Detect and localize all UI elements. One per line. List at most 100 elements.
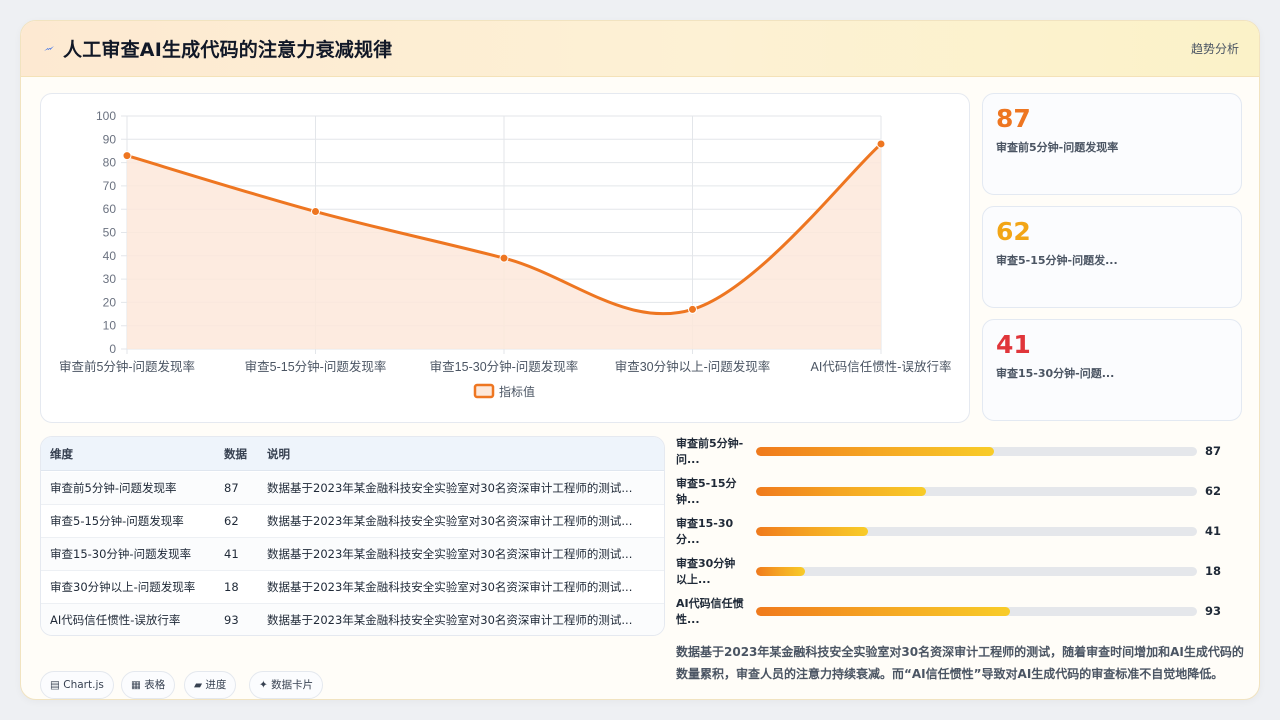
trend-analysis-label[interactable]: 趋势分析 (1191, 40, 1239, 57)
data-point (122, 151, 132, 161)
cell-dimension: 审查15-30分钟-问题发现率 (50, 547, 192, 561)
progress-track (756, 487, 1197, 496)
chip-sparkle[interactable]: ✦ 数据卡片 (249, 671, 324, 699)
cell-data: 18 (224, 580, 239, 594)
y-tick-label: 90 (103, 132, 117, 146)
kpi-label: 审查15-30分钟-问题... (996, 367, 1115, 380)
column-header-description: 说明 (267, 447, 290, 461)
kpi-label: 审查前5分钟-问题发现率 (996, 141, 1119, 154)
cell-dimension: 审查前5分钟-问题发现率 (50, 481, 177, 495)
progress-label: 审查15-30分... (676, 517, 734, 546)
progress-label: AI代码信任惯性... (676, 597, 744, 626)
table-row: 审查5-15分钟-问题发现率 62 数据基于2023年某金融科技安全实验室对30名资… (41, 505, 664, 538)
chip-progress[interactable]: ▰ 进度 (184, 671, 237, 699)
chip-label: 表格 (144, 679, 166, 691)
chip-table[interactable]: ▦ 表格 (121, 671, 176, 699)
legend-label: 指标值 (499, 384, 535, 399)
y-tick-label: 0 (109, 342, 116, 356)
y-tick-label: 100 (96, 109, 116, 123)
kpi-value: 87 (996, 104, 1031, 133)
cell-data: 87 (224, 481, 239, 495)
y-tick-label: 60 (103, 202, 117, 216)
table-header: 维度 数据 说明 (41, 437, 664, 471)
progress-row: 审查前5分钟-问... 87 (676, 436, 1246, 476)
column-header-data: 数据 (224, 447, 247, 461)
progress-track (756, 567, 1197, 576)
dashboard-card: 人工审查AI生成代码的注意力衰减规律 趋势分析 0 10 20 30 40 50 60 70 8… (20, 20, 1260, 700)
cell-description: 数据基于2023年某金融科技安全实验室对30名资深审计工程师的测试... (267, 580, 633, 594)
table-icon: ▦ (131, 679, 141, 691)
data-point (311, 207, 320, 217)
progress-list: 审查前5分钟-问... 87 审查5-15分钟... 62 审查15-30分... 41 审… (676, 436, 1246, 636)
progress-icon: ▰ (194, 679, 203, 691)
kpi-value: 41 (996, 330, 1031, 359)
page-title: 人工审查AI生成代码的注意力衰减规律 (63, 39, 393, 61)
footnote-text: 数据基于2023年某金融科技安全实验室对30名资深审计工程师的测试，随着审查时间… (676, 645, 1244, 681)
progress-row: 审查5-15分钟... 62 (676, 476, 1246, 516)
kpi-card: 87 审查前5分钟-问题发现率 (982, 93, 1242, 195)
progress-track (756, 527, 1197, 536)
sparkle-icon: ✦ (259, 679, 268, 691)
y-tick-label: 80 (103, 156, 117, 170)
progress-value: 87 (1205, 444, 1222, 458)
table-row: AI代码信任惯性-误放行率 93 数据基于2023年某金融科技安全实验室对30名资深… (41, 604, 664, 635)
progress-value: 41 (1205, 524, 1222, 538)
progress-track (756, 447, 1197, 456)
progress-fill (756, 527, 869, 536)
progress-value: 18 (1205, 564, 1222, 578)
spark-icon (44, 46, 54, 51)
progress-value: 62 (1205, 484, 1222, 498)
data-point (876, 139, 886, 149)
progress-label: 审查30分钟以上... (676, 557, 736, 586)
data-point (688, 304, 697, 314)
progress-row: AI代码信任惯性... 93 (676, 596, 1246, 636)
y-tick-label: 20 (103, 295, 117, 309)
table-row: 审查前5分钟-问题发现率 87 数据基于2023年某金融科技安全实验室对30名资深审… (41, 472, 664, 505)
data-table: 维度 数据 说明 审查前5分钟-问题发现率 87 数据基于2023年某金融科技安全实… (40, 436, 665, 636)
x-tick-label: 审查30分钟以上-问题发现率 (615, 359, 771, 374)
data-point (499, 253, 509, 263)
progress-fill (756, 447, 995, 456)
x-tick-label: 审查前5分钟-问题发现率 (59, 359, 195, 374)
cell-description: 数据基于2023年某金融科技安全实验室对30名资深审计工程师的测试... (267, 547, 633, 561)
y-tick-label: 50 (103, 226, 117, 240)
cell-description: 数据基于2023年某金融科技安全实验室对30名资深审计工程师的测试... (267, 514, 633, 528)
chip-label: Chart.js (63, 679, 104, 691)
x-tick-label: 审查15-30分钟-问题发现率 (430, 359, 579, 374)
cell-dimension: 审查30分钟以上-问题发现率 (50, 580, 196, 594)
kpi-card: 41 审查15-30分钟-问题... (982, 319, 1242, 421)
progress-fill (756, 567, 805, 576)
progress-row: 审查15-30分... 41 (676, 516, 1246, 556)
cell-data: 62 (224, 514, 239, 528)
legend-swatch (473, 383, 495, 399)
column-header-dimension: 维度 (50, 447, 73, 461)
chart-icon: ▤ (50, 679, 60, 691)
progress-fill (756, 487, 926, 496)
line-chart-panel: 0 10 20 30 40 50 60 70 80 90 100 审查前5分钟-问题发现率 审查5-15… (40, 93, 970, 423)
x-tick-label: AI代码信任惯性-误放行率 (811, 359, 952, 374)
kpi-card: 62 审查5-15分钟-问题发... (982, 206, 1242, 308)
progress-label: 审查前5分钟-问... (676, 437, 744, 466)
table-row: 审查30分钟以上-问题发现率 18 数据基于2023年某金融科技安全实验室对30名资… (41, 571, 664, 604)
kpi-label: 审查5-15分钟-问题发... (996, 254, 1118, 267)
x-tick-label: 审查5-15分钟-问题发现率 (245, 359, 387, 374)
cell-dimension: 审查5-15分钟-问题发现率 (50, 514, 184, 528)
cell-description: 数据基于2023年某金融科技安全实验室对30名资深审计工程师的测试... (267, 481, 633, 495)
line-chart: 0 10 20 30 40 50 60 70 80 90 100 审查前5分钟-问题发现率 审查5-15… (59, 109, 952, 399)
cell-description: 数据基于2023年某金融科技安全实验室对30名资深审计工程师的测试... (267, 613, 633, 627)
y-tick-label: 40 (103, 249, 117, 263)
kpi-value: 62 (996, 217, 1031, 246)
chip-chart[interactable]: ▤ Chart.js (40, 671, 114, 699)
chip-label: 数据卡片 (271, 679, 314, 691)
chip-label: 进度 (205, 679, 227, 691)
cell-data: 93 (224, 613, 239, 627)
y-tick-label: 10 (103, 319, 117, 333)
y-tick-label: 70 (103, 179, 117, 193)
cell-data: 41 (224, 547, 239, 561)
progress-value: 93 (1205, 604, 1222, 618)
table-row: 审查15-30分钟-问题发现率 41 数据基于2023年某金融科技安全实验室对30名… (41, 538, 664, 571)
progress-label: 审查5-15分钟... (676, 477, 737, 506)
cell-dimension: AI代码信任惯性-误放行率 (50, 613, 181, 627)
progress-track (756, 607, 1197, 616)
progress-row: 审查30分钟以上... 18 (676, 556, 1246, 596)
